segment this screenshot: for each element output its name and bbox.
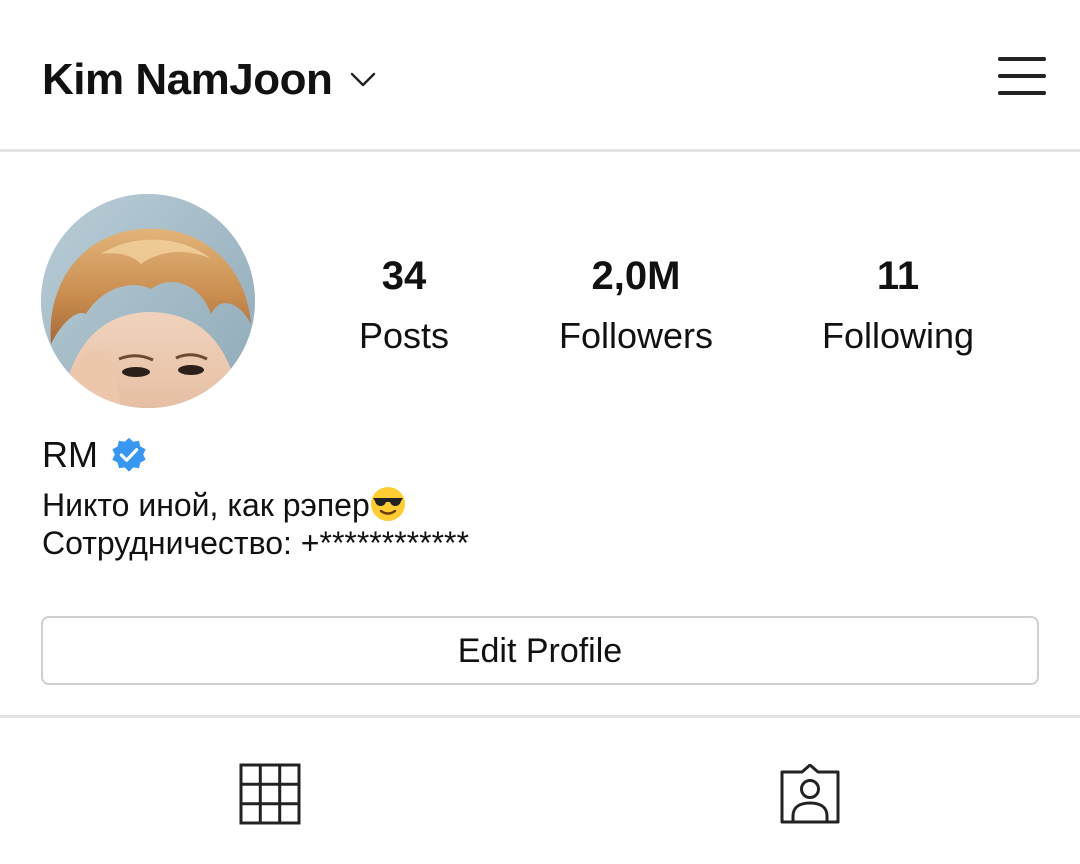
edit-profile-button[interactable]: Edit Profile — [41, 616, 1039, 685]
verified-badge-icon — [110, 436, 148, 474]
stat-posts[interactable]: 34 Posts — [284, 252, 524, 358]
tab-grid[interactable] — [222, 748, 318, 844]
display-name-row: RM — [42, 432, 148, 478]
posts-label: Posts — [358, 315, 450, 356]
account-switcher[interactable]: Kim NamJoon — [42, 52, 376, 108]
tabs-divider — [0, 715, 1080, 718]
posts-count: 34 — [381, 254, 427, 298]
following-count: 11 — [876, 254, 920, 298]
stat-following[interactable]: 11 Following — [778, 252, 1018, 358]
tagged-person-icon — [780, 763, 840, 829]
hamburger-menu-icon[interactable] — [994, 53, 1050, 101]
username-title: Kim NamJoon — [42, 55, 333, 104]
following-label: Following — [821, 315, 975, 356]
bio-line-1: Никто иной, как рэпер — [42, 486, 469, 524]
bio-text-1: Никто иной, как рэпер — [42, 487, 370, 523]
followers-label: Followers — [558, 315, 714, 356]
top-bar: Kim NamJoon — [0, 0, 1080, 152]
followers-count: 2,0M — [591, 254, 681, 298]
profile-avatar[interactable] — [41, 194, 255, 408]
sunglasses-emoji-icon — [370, 486, 406, 522]
tab-tagged[interactable] — [762, 748, 858, 844]
grid-icon — [239, 763, 301, 830]
profile-screen: Kim NamJoon 34 Posts 2,0M Followers 11 F… — [0, 0, 1080, 864]
bio-line-2: Сотрудничество: +************ — [42, 525, 469, 561]
bio: Никто иной, как рэпер Сотрудничество: +*… — [42, 486, 469, 562]
display-name: RM — [42, 434, 98, 475]
stat-followers[interactable]: 2,0M Followers — [516, 252, 756, 358]
chevron-down-icon — [350, 67, 376, 93]
